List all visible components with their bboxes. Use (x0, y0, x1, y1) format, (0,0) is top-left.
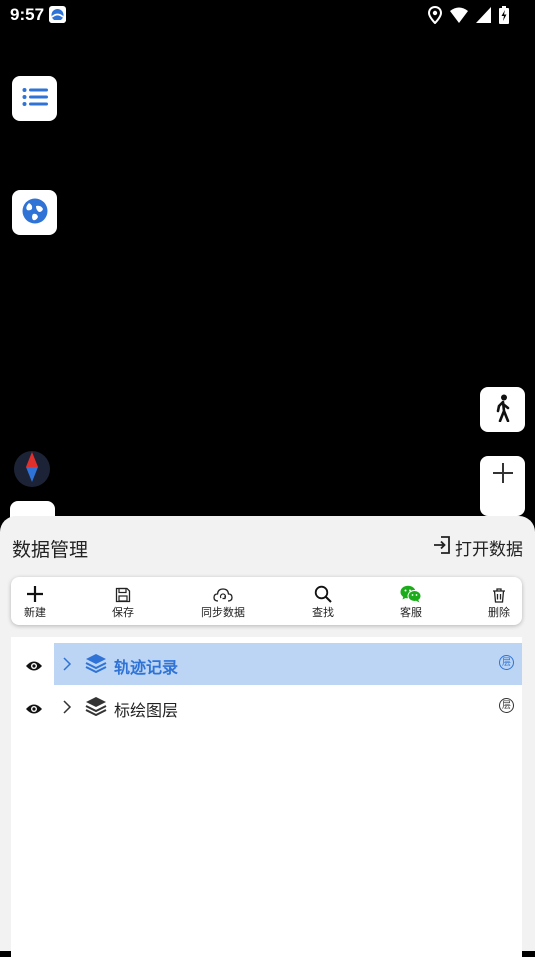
find-button[interactable]: 查找 (312, 583, 334, 620)
save-label: 保存 (112, 606, 134, 619)
save-icon (115, 583, 131, 603)
layer-badge[interactable]: 层 (499, 698, 514, 713)
visibility-toggle-eye-icon[interactable] (25, 657, 43, 676)
cellular-signal-icon (476, 7, 491, 27)
status-time: 9:57 (10, 5, 45, 24)
chevron-right-icon[interactable] (62, 699, 72, 719)
find-label: 查找 (312, 606, 334, 619)
open-data-label: 打开数据 (455, 540, 523, 560)
delete-label: 删除 (488, 606, 510, 619)
data-management-panel: 数据管理 打开数据 新建 保存 同步数据 查找 客服 删除 轨迹记录 层 标绘图… (0, 516, 535, 957)
search-icon (314, 583, 332, 603)
new-label: 新建 (24, 606, 46, 619)
wechat-icon (400, 583, 422, 603)
layer-list-button[interactable] (12, 76, 57, 121)
layer-row-content[interactable]: 标绘图层 层 (54, 686, 522, 728)
compass-button[interactable] (14, 451, 50, 487)
sync-label: 同步数据 (201, 606, 245, 619)
base-map-button[interactable] (12, 190, 57, 235)
customer-service-button[interactable]: 客服 (400, 583, 422, 620)
walk-icon (494, 394, 512, 426)
trash-icon (492, 583, 506, 603)
layer-label: 轨迹记录 (114, 658, 179, 677)
plus-icon (492, 462, 514, 516)
status-icons (427, 5, 509, 28)
location-icon (427, 5, 443, 28)
cloud-sync-icon (213, 583, 233, 603)
layer-row[interactable]: 轨迹记录 层 (11, 643, 522, 685)
layers-icon (85, 653, 107, 677)
open-data-button[interactable]: 打开数据 (433, 535, 523, 560)
battery-charging-icon (499, 6, 509, 28)
new-button[interactable]: 新建 (24, 583, 46, 620)
panel-title: 数据管理 (12, 539, 89, 561)
chevron-right-icon[interactable] (62, 656, 72, 676)
layer-tree: 轨迹记录 层 标绘图层 层 (11, 637, 522, 957)
sync-button[interactable]: 同步数据 (201, 583, 245, 620)
layer-row[interactable]: 标绘图层 层 (11, 686, 522, 728)
layer-row-content[interactable]: 轨迹记录 层 (54, 643, 522, 685)
layer-label: 标绘图层 (114, 701, 179, 720)
wifi-icon (450, 7, 468, 27)
list-icon (22, 87, 48, 111)
zoom-in-button[interactable] (480, 456, 525, 516)
plus-icon (26, 583, 44, 603)
compass-icon (25, 452, 39, 486)
walk-mode-button[interactable] (480, 387, 525, 432)
layers-icon (85, 696, 107, 720)
delete-button[interactable]: 删除 (488, 583, 510, 620)
customer-service-label: 客服 (400, 606, 422, 619)
layer-badge[interactable]: 层 (499, 655, 514, 670)
status-bar: 9:57 (0, 0, 535, 30)
visibility-toggle-eye-icon[interactable] (25, 700, 43, 719)
app-notification-icon (49, 6, 66, 23)
globe-icon (21, 197, 49, 229)
open-data-icon (433, 536, 451, 559)
save-button[interactable]: 保存 (112, 583, 134, 620)
toolbar: 新建 保存 同步数据 查找 客服 删除 (11, 577, 522, 625)
